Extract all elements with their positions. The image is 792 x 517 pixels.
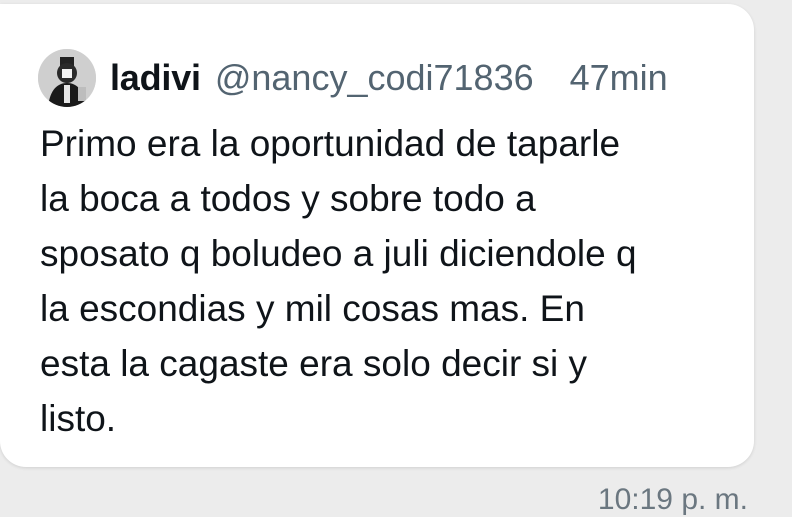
relative-time: 47min xyxy=(569,57,668,98)
post-text: Primo era la oportunidad de taparle la b… xyxy=(40,116,730,446)
message-timestamp: 10:19 p. m. xyxy=(597,483,748,516)
post-header: ladivi @nancy_codi71836 47min xyxy=(38,46,668,110)
post-text-line: listo. xyxy=(40,398,117,439)
post-text-line: la boca a todos y sobre todo a xyxy=(40,178,536,219)
author-handle[interactable]: @nancy_codi71836 xyxy=(215,57,534,99)
author-name[interactable]: ladivi xyxy=(110,57,201,99)
post-text-line: Primo era la oportunidad de taparle xyxy=(40,123,621,164)
user-avatar-icon[interactable] xyxy=(38,49,96,107)
post-text-line: la escondias y mil cosas mas. En xyxy=(40,288,585,329)
post-text-line: sposato q boludeo a juli diciendole q xyxy=(40,233,637,274)
post-text-line: esta la cagaste era solo decir si y xyxy=(40,343,588,384)
quoted-post-card[interactable]: ladivi @nancy_codi71836 47min Primo era … xyxy=(0,4,754,467)
